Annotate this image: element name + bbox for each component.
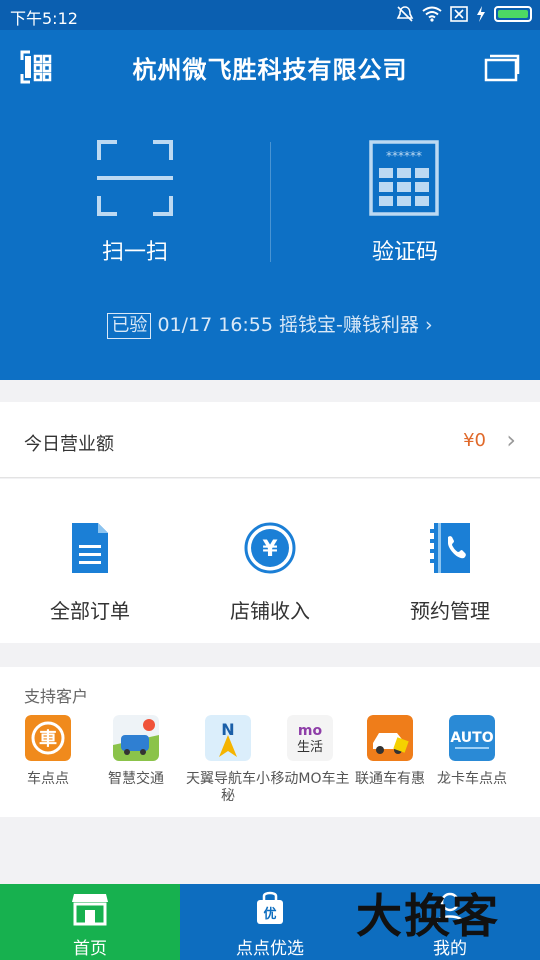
partner-name: 龙卡车点点: [437, 771, 507, 787]
windows-icon[interactable]: [484, 54, 520, 82]
status-bar: 下午5:12: [0, 0, 540, 30]
store-income-label: 店铺收入: [230, 599, 310, 623]
tab-featured-label: 点点优选: [236, 939, 304, 959]
scan-icon: [97, 140, 173, 216]
chediandian-logo-icon: 車: [25, 715, 71, 761]
shortcut-grid: 全部订单 ¥ 店铺收入 预约管理: [0, 479, 540, 643]
hero-divider: [270, 142, 271, 262]
status-icons: [396, 5, 532, 23]
battery-icon: [494, 6, 532, 22]
code-mask: ******: [386, 149, 422, 163]
svg-text:¥: ¥: [262, 537, 278, 562]
supported-customers: 支持客户 車 车点点 智慧交通 N 天翼导航车小秘 mo 生活 移动MO车主 联…: [0, 667, 540, 817]
unicom-car-logo-icon: [367, 715, 413, 761]
partner-name: 智慧交通: [108, 771, 164, 787]
last-verified-text: 01/17 16:55 摇钱宝-赚钱利器: [157, 314, 419, 336]
reservation-button[interactable]: 预约管理: [360, 521, 540, 624]
verify-code-button[interactable]: ****** 验证码: [305, 140, 505, 266]
verified-badge: 已验: [107, 313, 152, 339]
tab-home-label: 首页: [73, 939, 107, 959]
auto-logo-icon: AUTO: [449, 715, 495, 761]
verify-code-label: 验证码: [371, 240, 438, 265]
tab-featured[interactable]: 优 点点优选: [180, 884, 360, 960]
navigation-logo-icon: N: [205, 715, 251, 761]
partner-item[interactable]: 車 车点点: [0, 715, 96, 788]
partner-item[interactable]: AUTO 龙卡车点点: [424, 715, 520, 788]
page-title: 杭州微飞胜科技有限公司: [132, 56, 408, 84]
charging-icon: [477, 6, 485, 22]
status-time: 下午5:12: [10, 9, 78, 28]
keypad-icon: ******: [369, 140, 439, 216]
today-revenue-value: ¥0: [463, 430, 486, 451]
last-verified-link[interactable]: 已验 01/17 16:55 摇钱宝-赚钱利器 ›: [0, 310, 540, 339]
svg-text:mo: mo: [298, 723, 323, 739]
top-bar: 杭州微飞胜科技有限公司: [0, 30, 540, 106]
hero-panel: 杭州微飞胜科技有限公司 扫一扫 ****** 验证码 已验 01/17 16:55…: [0, 30, 540, 380]
smart-traffic-logo-icon: [113, 715, 159, 761]
svg-text:車: 車: [39, 728, 57, 750]
supported-customers-heading: 支持客户: [24, 687, 89, 706]
today-revenue-row[interactable]: 今日营业额 ¥0 ›: [0, 402, 540, 478]
yen-coin-icon: ¥: [244, 522, 296, 574]
scan-button[interactable]: 扫一扫: [35, 140, 235, 266]
mute-icon: [396, 6, 414, 22]
storefront-icon: [72, 894, 108, 926]
mo-life-logo-icon: mo 生活: [287, 715, 333, 761]
reservation-label: 预约管理: [410, 599, 490, 623]
partner-item[interactable]: 智慧交通: [88, 715, 184, 788]
today-revenue-label: 今日营业额: [24, 434, 114, 455]
store-income-button[interactable]: ¥ 店铺收入: [180, 521, 360, 624]
wifi-icon: [422, 6, 442, 22]
svg-text:AUTO: AUTO: [450, 730, 493, 746]
shopping-bag-icon: 优: [257, 891, 283, 924]
phonebook-icon: [430, 523, 470, 573]
scan-label: 扫一扫: [101, 240, 168, 265]
all-orders-button[interactable]: 全部订单: [0, 521, 180, 624]
chevron-right-icon: ›: [506, 426, 516, 454]
svg-text:优: 优: [263, 906, 276, 922]
all-orders-label: 全部订单: [50, 599, 130, 623]
svg-text:生活: 生活: [297, 740, 323, 755]
chevron-right-icon: ›: [424, 314, 433, 336]
document-icon: [72, 523, 108, 573]
watermark: 大换客: [356, 889, 500, 943]
sim-icon: [450, 6, 468, 22]
partner-name: 车点点: [27, 771, 69, 787]
tab-home[interactable]: 首页: [0, 884, 180, 960]
